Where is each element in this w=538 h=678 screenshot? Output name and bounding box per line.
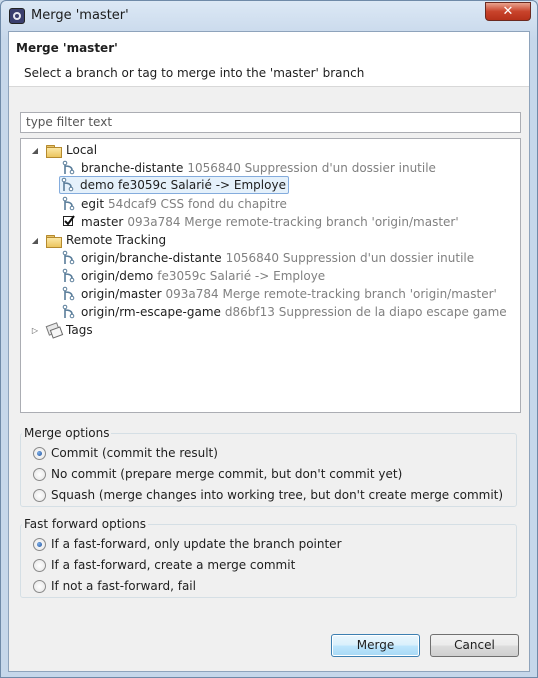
fast-forward-options-title: Fast forward options [22,517,148,531]
title-bar: Merge 'master' ✕ [1,1,537,31]
commit-info: 093a784 Merge remote-tracking branch 'or… [165,287,497,301]
header-title: Merge 'master' [16,41,118,55]
radio-label: Squash (merge changes into working tree,… [51,488,504,502]
tree-item-branch-distante[interactable]: branche-distante 1056840 Suppression d'u… [61,159,436,177]
branch-icon [62,160,75,175]
branch-icon [61,177,74,192]
header-description: Select a branch or tag to merge into the… [24,66,365,80]
remote-branch-icon [62,268,75,283]
tree-group-local[interactable]: ◢ Local [30,141,97,159]
tree-group-label: Local [66,143,98,157]
commit-info: 1056840 Suppression d'un dossier inutile [187,161,436,175]
branch-name: branche-distante [81,161,184,175]
branch-name: origin/demo [81,269,154,283]
expand-triangle-icon[interactable]: ▷ [30,326,40,335]
remote-branch-icon [62,304,75,319]
radio-label: Commit (commit the result) [51,446,218,460]
branch-name: master [81,215,124,229]
branch-name: demo [80,178,115,192]
tree-item-origin-rm-escape-game[interactable]: origin/rm-escape-game d86bf13 Suppressio… [61,303,507,321]
tree-group-label: Tags [66,323,93,337]
tags-icon [46,323,62,337]
branch-icon [62,196,75,211]
tree-item-origin-branche-distante[interactable]: origin/branche-distante 1056840 Suppress… [61,249,474,267]
radio-unselected-icon[interactable] [33,558,46,572]
collapse-triangle-icon[interactable]: ◢ [30,236,40,245]
tree-group-tags[interactable]: ▷ Tags [30,321,93,339]
remote-branch-icon [62,286,75,301]
commit-info: 54dcaf9 CSS fond du chapitre [108,197,287,211]
folder-open-icon [46,144,62,158]
dialog-body: Merge 'master' Select a branch or tag to… [8,31,530,672]
radio-label: If not a fast-forward, fail [51,579,196,593]
commit-info: fe3059c Salarié -> Employe [118,178,286,192]
branch-tree[interactable]: ◢ Local branche-distante 1056840 Suppres… [20,138,521,413]
radio-label: If a fast-forward, create a merge commit [51,558,296,572]
collapse-triangle-icon[interactable]: ◢ [30,146,40,155]
merge-dialog-window: Merge 'master' ✕ Merge 'master' Select a… [0,0,538,678]
radio-unselected-icon[interactable] [33,488,46,502]
radio-label: No commit (prepare merge commit, but don… [51,467,403,481]
radio-ff-fail[interactable]: If not a fast-forward, fail [33,579,196,593]
commit-info: 093a784 Merge remote-tracking branch 'or… [127,215,459,229]
merge-options-title: Merge options [22,426,112,440]
checked-out-branch-icon [61,214,77,230]
radio-commit[interactable]: Commit (commit the result) [33,446,218,460]
remote-branch-icon [62,250,75,265]
tree-group-label: Remote Tracking [66,233,167,247]
tree-item-master[interactable]: master 093a784 Merge remote-tracking bra… [61,213,459,231]
branch-name: origin/master [81,287,162,301]
radio-squash[interactable]: Squash (merge changes into working tree,… [33,488,503,502]
radio-selected-icon[interactable] [33,446,46,460]
radio-selected-icon[interactable] [33,537,46,551]
branch-name: origin/branche-distante [81,251,222,265]
tree-item-origin-demo[interactable]: origin/demo fe3059c Salarié -> Employe [61,267,325,285]
commit-info: 1056840 Suppression d'un dossier inutile [225,251,475,265]
radio-ff-update-pointer[interactable]: If a fast-forward, only update the branc… [33,537,342,551]
radio-label: If a fast-forward, only update the branc… [51,537,342,551]
tree-item-egit[interactable]: egit 54dcaf9 CSS fond du chapitre [61,195,287,213]
commit-info: fe3059c Salarié -> Employe [157,269,326,283]
filter-input[interactable]: type filter text [20,112,521,133]
radio-no-commit[interactable]: No commit (prepare merge commit, but don… [33,467,402,481]
tree-item-origin-master[interactable]: origin/master 093a784 Merge remote-track… [61,285,497,303]
dialog-header: Merge 'master' Select a branch or tag to… [9,32,529,87]
radio-unselected-icon[interactable] [33,467,46,481]
radio-unselected-icon[interactable] [33,579,46,593]
tree-group-remote-tracking[interactable]: ◢ Remote Tracking [30,231,166,249]
commit-info: d86bf13 Suppression de la diapo escape g… [224,305,507,319]
radio-ff-create-merge-commit[interactable]: If a fast-forward, create a merge commit [33,558,295,572]
close-button[interactable]: ✕ [485,2,531,21]
window-title: Merge 'master' [31,8,129,23]
folder-open-icon [46,234,62,248]
cancel-button[interactable]: Cancel [430,634,519,657]
branch-name: egit [81,197,105,211]
eclipse-app-icon [9,8,25,24]
branch-name: origin/rm-escape-game [81,305,221,319]
merge-button[interactable]: Merge [331,634,420,657]
tree-item-demo[interactable]: demo fe3059c Salarié -> Employe [59,176,289,194]
